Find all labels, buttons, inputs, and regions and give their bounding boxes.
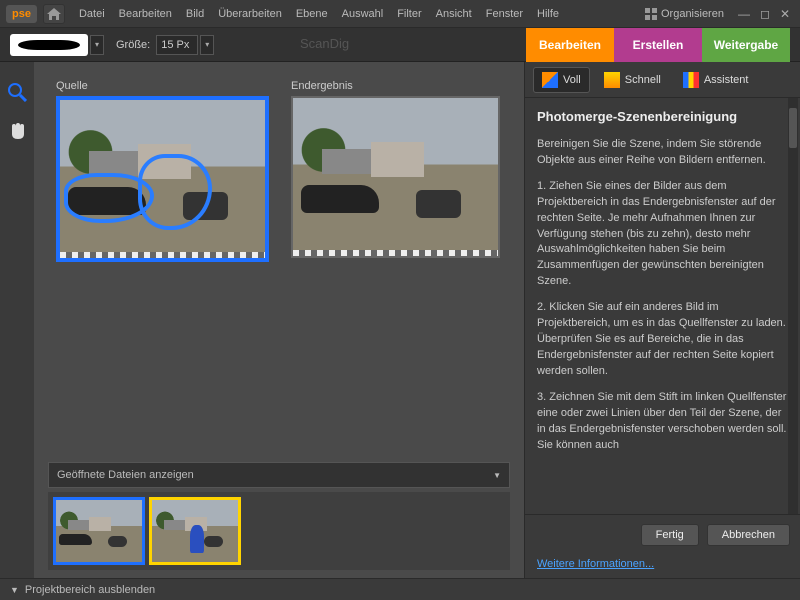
- menu-filter[interactable]: Filter: [391, 4, 427, 24]
- menu-image[interactable]: Bild: [180, 4, 210, 24]
- project-dropdown-label: Geöffnete Dateien anzeigen: [57, 469, 194, 481]
- zoom-tool-icon[interactable]: [7, 82, 27, 107]
- status-bar: ▼ Projektbereich ausblenden: [0, 578, 800, 600]
- watermark-text: ScanDig: [300, 36, 349, 51]
- project-dropdown[interactable]: Geöffnete Dateien anzeigen ▼: [48, 462, 510, 488]
- source-label: Quelle: [56, 80, 269, 92]
- canvas-area: Quelle Endergebnis: [34, 62, 524, 462]
- size-label: Größe:: [116, 39, 150, 51]
- menu-bar: pse Datei Bearbeiten Bild Überarbeiten E…: [0, 0, 800, 28]
- result-panel: Endergebnis: [291, 80, 500, 454]
- mode-tabs: Bearbeiten Erstellen Weitergabe: [526, 28, 790, 62]
- edit-mode-tabs: Voll Schnell Assistent: [525, 62, 800, 98]
- window-controls: — ◻ ✕: [738, 7, 794, 21]
- app-body: Quelle Endergebnis: [0, 62, 800, 578]
- mode-tab-edit[interactable]: Bearbeiten: [526, 28, 614, 62]
- scrollbar[interactable]: [788, 98, 798, 514]
- home-icon[interactable]: [43, 4, 65, 24]
- cancel-button[interactable]: Abbrechen: [707, 524, 790, 546]
- size-input[interactable]: [156, 35, 198, 55]
- minimize-icon[interactable]: —: [738, 7, 750, 21]
- result-image[interactable]: [291, 96, 500, 258]
- project-thumbnail[interactable]: [152, 500, 238, 562]
- mode-tab-share[interactable]: Weitergabe: [702, 28, 790, 62]
- tab-guided-label: Assistent: [704, 74, 749, 86]
- step-3: 3. Zeichnen Sie mit dem Stift im linken …: [537, 390, 788, 454]
- tab-quick[interactable]: Schnell: [596, 68, 669, 92]
- instruction-panel: Photomerge-Szenenbereinigung Bereinigen …: [525, 98, 800, 514]
- menu-edit[interactable]: Bearbeiten: [113, 4, 178, 24]
- quick-icon: [604, 72, 620, 88]
- menu-window[interactable]: Fenster: [480, 4, 529, 24]
- grid-icon: [645, 8, 657, 20]
- organize-label: Organisieren: [661, 8, 724, 20]
- tab-guided[interactable]: Assistent: [675, 68, 757, 92]
- more-info-link[interactable]: Weitere Informationen...: [537, 558, 654, 570]
- app-logo: pse: [6, 5, 37, 23]
- center-area: Quelle Endergebnis: [34, 62, 524, 578]
- organize-button[interactable]: Organisieren: [639, 5, 730, 23]
- panel-title: Photomerge-Szenenbereinigung: [537, 108, 788, 127]
- tab-full-label: Voll: [563, 74, 581, 86]
- project-bin: [48, 492, 510, 570]
- menu-layer[interactable]: Ebene: [290, 4, 334, 24]
- menu-view[interactable]: Ansicht: [430, 4, 478, 24]
- full-icon: [542, 72, 558, 88]
- guided-icon: [683, 72, 699, 88]
- maximize-icon[interactable]: ◻: [760, 7, 770, 21]
- step-1: 1. Ziehen Sie eines der Bilder aus dem P…: [537, 179, 788, 291]
- panel-buttons: Fertig Abbrechen: [525, 514, 800, 554]
- menu-select[interactable]: Auswahl: [336, 4, 390, 24]
- mode-tab-create[interactable]: Erstellen: [614, 28, 702, 62]
- menu-help[interactable]: Hilfe: [531, 4, 565, 24]
- done-button[interactable]: Fertig: [641, 524, 699, 546]
- menu-items: Datei Bearbeiten Bild Überarbeiten Ebene…: [73, 4, 565, 24]
- brush-preview[interactable]: [10, 34, 88, 56]
- brush-dropdown-icon[interactable]: ▾: [90, 35, 104, 55]
- source-panel: Quelle: [56, 80, 269, 454]
- menu-right: Organisieren — ◻ ✕: [639, 5, 794, 23]
- step-2: 2. Klicken Sie auf ein anderes Bild im P…: [537, 300, 788, 380]
- panel-intro: Bereinigen Sie die Szene, indem Sie stör…: [537, 137, 788, 169]
- menu-file[interactable]: Datei: [73, 4, 111, 24]
- scrollbar-thumb[interactable]: [789, 108, 797, 148]
- options-bar: ▾ Größe: ▾ ScanDig Bearbeiten Erstellen …: [0, 28, 800, 62]
- hand-tool-icon[interactable]: [7, 121, 27, 146]
- tool-palette: [0, 62, 34, 578]
- project-thumbnail[interactable]: [56, 500, 142, 562]
- more-info-row: Weitere Informationen...: [525, 554, 800, 578]
- right-panel: Voll Schnell Assistent Photomerge-Szenen…: [524, 62, 800, 578]
- size-dropdown-icon[interactable]: ▾: [200, 35, 214, 55]
- result-label: Endergebnis: [291, 80, 500, 92]
- close-icon[interactable]: ✕: [780, 7, 790, 21]
- source-image[interactable]: [56, 96, 269, 262]
- app-window: pse Datei Bearbeiten Bild Überarbeiten E…: [0, 0, 800, 600]
- hide-project-label[interactable]: Projektbereich ausblenden: [25, 584, 155, 596]
- triangle-icon[interactable]: ▼: [10, 585, 19, 595]
- menu-enhance[interactable]: Überarbeiten: [212, 4, 288, 24]
- tab-full[interactable]: Voll: [533, 67, 590, 93]
- chevron-down-icon: ▼: [493, 471, 501, 480]
- tab-quick-label: Schnell: [625, 74, 661, 86]
